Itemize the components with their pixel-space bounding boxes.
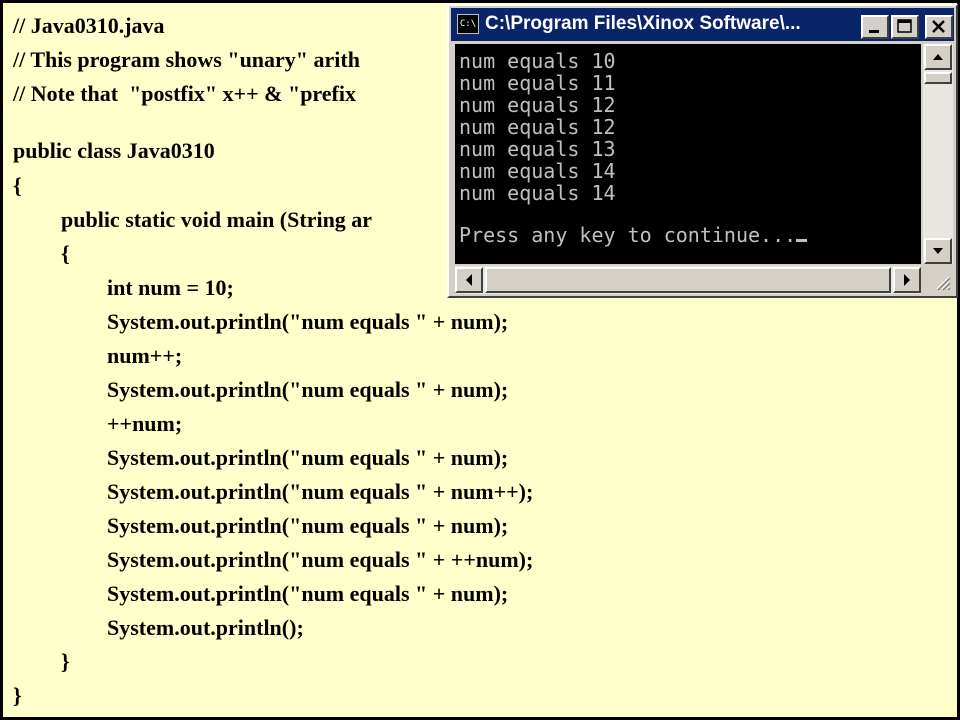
maximize-icon bbox=[897, 19, 912, 33]
horizontal-scroll-thumb[interactable] bbox=[485, 267, 891, 293]
code-line-5: { bbox=[13, 173, 22, 198]
output-line-4: num equals 12 bbox=[459, 115, 616, 139]
code-line-10: num++; bbox=[107, 343, 183, 368]
console-prompt-line: Press any key to continue... bbox=[459, 223, 808, 247]
code-line-20: } bbox=[13, 683, 22, 708]
arrow-right-icon bbox=[904, 274, 910, 286]
text-cursor bbox=[796, 239, 808, 242]
arrow-down-icon bbox=[933, 248, 943, 254]
scroll-up-button[interactable] bbox=[924, 44, 952, 70]
console-titlebar[interactable]: C:\ C:\Program Files\Xinox Software\... bbox=[451, 8, 954, 41]
console-title: C:\Program Files\Xinox Software\... bbox=[485, 13, 801, 34]
code-line-19: } bbox=[61, 649, 70, 674]
resize-grip[interactable] bbox=[923, 266, 953, 294]
horizontal-scrollbar[interactable] bbox=[455, 266, 921, 294]
code-line-7: { bbox=[61, 241, 70, 266]
vertical-scrollbar[interactable] bbox=[923, 44, 953, 264]
code-line-16: System.out.println("num equals " + ++num… bbox=[107, 547, 534, 572]
minimize-icon bbox=[869, 30, 879, 33]
code-line-4: public class Java0310 bbox=[13, 138, 215, 163]
close-icon bbox=[932, 20, 945, 33]
code-line-6: public static void main (String ar bbox=[61, 207, 373, 232]
code-line-9: System.out.println("num equals " + num); bbox=[107, 309, 509, 334]
close-button[interactable] bbox=[925, 15, 953, 39]
scroll-right-button[interactable] bbox=[893, 267, 921, 293]
code-line-12: ++num; bbox=[107, 411, 183, 436]
code-line-11: System.out.println("num equals " + num); bbox=[107, 377, 509, 402]
code-line-1: // Java0310.java bbox=[13, 13, 165, 38]
arrow-up-icon bbox=[933, 54, 943, 60]
scroll-down-button[interactable] bbox=[924, 238, 952, 264]
code-line-8: int num = 10; bbox=[107, 275, 234, 300]
output-line-5: num equals 13 bbox=[459, 137, 616, 161]
code-line-3: // Note that "postfix" x++ & "prefix bbox=[13, 81, 356, 106]
console-prompt: Press any key to continue... bbox=[459, 223, 797, 247]
output-line-3: num equals 12 bbox=[459, 93, 616, 117]
output-line-6: num equals 14 bbox=[459, 159, 616, 183]
minimize-button[interactable] bbox=[861, 15, 889, 39]
vertical-scroll-thumb[interactable] bbox=[924, 72, 952, 84]
console-window[interactable]: C:\ C:\Program Files\Xinox Software\... … bbox=[447, 4, 958, 298]
code-line-13: System.out.println("num equals " + num); bbox=[107, 445, 509, 470]
console-app-icon[interactable]: C:\ bbox=[457, 14, 479, 34]
output-line-7: num equals 14 bbox=[459, 181, 616, 205]
maximize-button[interactable] bbox=[891, 15, 919, 39]
code-line-2: // This program shows "unary" arith bbox=[13, 47, 360, 72]
code-line-15: System.out.println("num equals " + num); bbox=[107, 513, 509, 538]
code-line-18: System.out.println(); bbox=[107, 615, 304, 640]
console-output-area[interactable]: num equals 10 num equals 11 num equals 1… bbox=[455, 44, 921, 264]
scroll-left-button[interactable] bbox=[455, 267, 483, 293]
code-line-17: System.out.println("num equals " + num); bbox=[107, 581, 509, 606]
output-line-1: num equals 10 bbox=[459, 49, 616, 73]
resize-grip-icon bbox=[936, 276, 951, 291]
output-line-2: num equals 11 bbox=[459, 71, 616, 95]
code-line-14: System.out.println("num equals " + num++… bbox=[107, 479, 534, 504]
arrow-left-icon bbox=[466, 274, 472, 286]
